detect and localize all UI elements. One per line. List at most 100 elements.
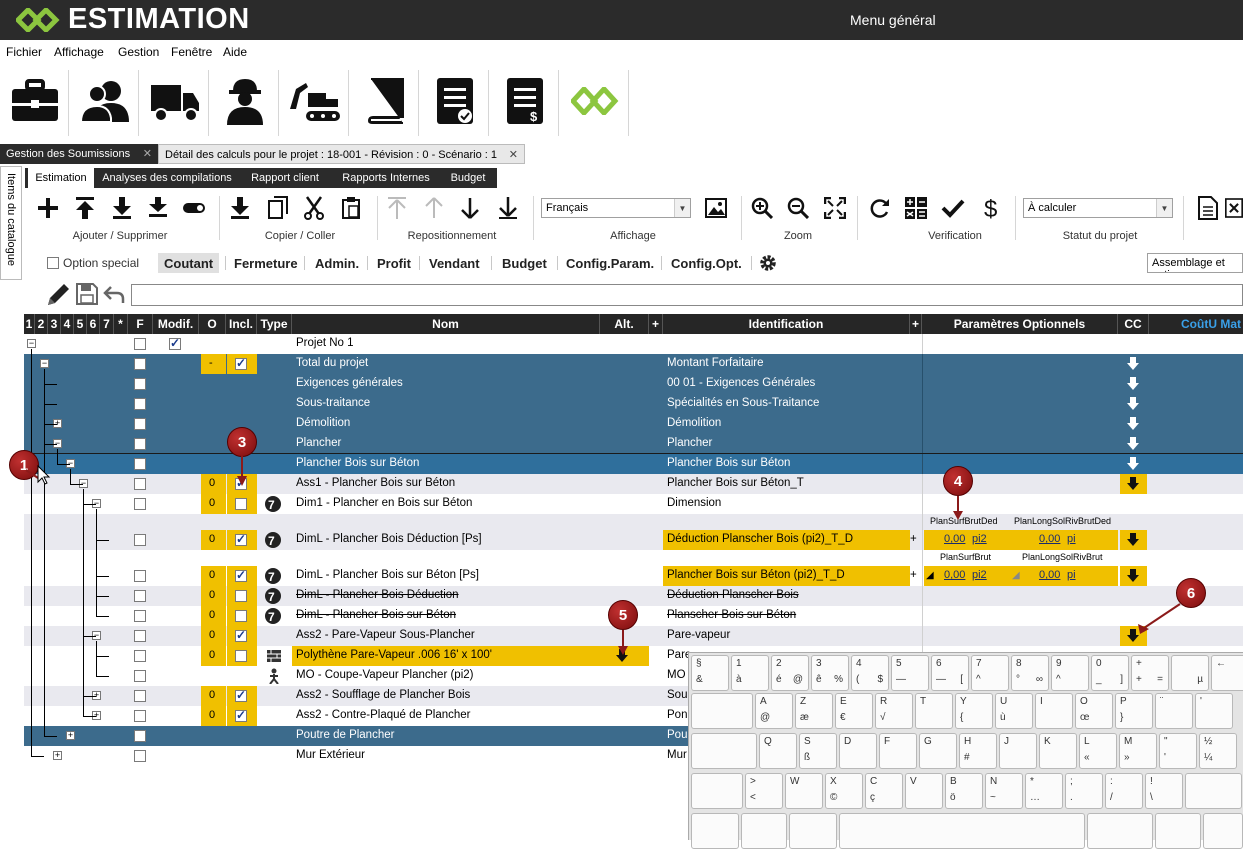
table-row[interactable]: −0Ass1 - Plancher Bois sur BétonPlancher… (24, 474, 1243, 494)
keyboard-key[interactable]: 5— (891, 655, 929, 691)
altgr-key[interactable] (1087, 813, 1153, 849)
identification-cell[interactable]: Plancher Bois sur Béton_T (667, 477, 804, 489)
keyboard-key[interactable]: A @ (755, 693, 793, 729)
f-checkbox[interactable] (134, 590, 146, 602)
identification-cell[interactable]: 00 01 - Exigences Générales (667, 377, 815, 389)
space-key[interactable] (839, 813, 1085, 849)
identification-cell[interactable]: Plancher Bois sur Béton (667, 457, 790, 469)
nom-cell[interactable]: Dim1 - Plancher en Bois sur Béton (296, 497, 472, 509)
language-select[interactable]: Français ▼ (541, 198, 691, 218)
status-select[interactable]: À calculer ▼ (1023, 198, 1173, 218)
arrow-down-icon[interactable] (1127, 533, 1139, 547)
modif-header[interactable]: Modif. (153, 314, 199, 334)
nom-cell[interactable]: Mur Extérieur (296, 749, 365, 761)
identification-cell[interactable]: Plancher Bois sur Béton (pi2)_T_D (667, 569, 845, 581)
keyboard-key[interactable]: Sß (799, 733, 837, 769)
identification-cell[interactable]: Plancher (667, 437, 712, 449)
fit-screen-button[interactable] (820, 194, 850, 222)
keyboard-key[interactable]: 3 ê% (811, 655, 849, 691)
cut-button[interactable] (299, 194, 329, 222)
keyboard-key[interactable]: 8 ° ∞ (1011, 655, 1049, 691)
zoom-out-button[interactable] (783, 194, 813, 222)
arrow-down-icon[interactable] (1127, 357, 1139, 371)
expand-alt-header[interactable]: + (649, 314, 663, 334)
keyboard-key[interactable]: " ' (1159, 733, 1197, 769)
keyboard-key[interactable]: D (839, 733, 877, 769)
view-tab-fermeture[interactable]: Fermeture (228, 253, 304, 273)
tab-rapport-client[interactable]: Rapport client (241, 168, 329, 188)
arrow-down-icon[interactable] (616, 649, 628, 663)
cout-header[interactable]: CoûtU Mat (1149, 314, 1243, 334)
view-tab-coutant[interactable]: Coutant (158, 253, 220, 273)
incl-checkbox[interactable] (235, 610, 247, 622)
identification-cell[interactable]: MO (667, 669, 686, 681)
nom-cell[interactable]: Plancher (296, 437, 341, 449)
o-cell[interactable]: 0 (201, 706, 226, 726)
identification-cell[interactable]: Pare-vapeur (667, 629, 730, 641)
logo-button[interactable] (560, 66, 630, 136)
nom-header[interactable]: Nom (292, 314, 600, 334)
keyboard-key[interactable]: 9 ^ (1051, 655, 1089, 691)
modif-checkbox[interactable] (169, 336, 181, 350)
o-cell[interactable]: - (201, 354, 226, 374)
image-button[interactable] (701, 194, 731, 222)
menu-gestion[interactable]: Gestion (118, 45, 159, 59)
o-cell[interactable]: 0 (201, 586, 226, 606)
nom-cell[interactable]: DimL - Plancher Bois Déduction (296, 589, 459, 601)
arrow-down-icon[interactable] (1127, 377, 1139, 391)
expand-plus[interactable]: + (910, 533, 917, 545)
identification-cell[interactable]: Montant Forfaitaire (667, 357, 764, 369)
keyboard-key[interactable]: Bö (945, 773, 983, 809)
incl-checkbox[interactable] (235, 708, 247, 722)
dollar-button[interactable]: $ (977, 194, 1007, 222)
type-header[interactable]: Type (257, 314, 292, 334)
f-checkbox[interactable] (134, 498, 146, 510)
insert-above-button[interactable] (70, 194, 100, 222)
nom-cell[interactable]: Sous-traitance (296, 397, 370, 409)
undo-button[interactable] (103, 283, 125, 308)
f-checkbox[interactable] (134, 438, 146, 450)
ctrl-key[interactable] (691, 813, 739, 849)
incl-checkbox[interactable] (235, 476, 247, 490)
nom-cell[interactable]: Ass2 - Contre-Plaqué de Plancher (296, 709, 471, 721)
param-value[interactable]: 0,00 (944, 569, 965, 581)
keyboard-key[interactable]: H # (959, 733, 997, 769)
param-value[interactable]: 0,00 (944, 533, 965, 545)
incl-checkbox[interactable] (235, 590, 247, 602)
keyboard-key[interactable]: : / (1105, 773, 1143, 809)
edit-button[interactable] (45, 282, 71, 311)
view-tab-vendant[interactable]: Vendant (423, 253, 486, 273)
keyboard-key[interactable]: Y{ (955, 693, 993, 729)
collapse-icon[interactable]: − (40, 359, 49, 368)
close-icon[interactable]: ✕ (509, 148, 518, 161)
param-unit[interactable]: pi (1067, 569, 1076, 581)
keyboard-key[interactable]: µ (1171, 655, 1209, 691)
level-5-header[interactable]: 5 (74, 314, 87, 334)
insert-child-button[interactable] (143, 194, 173, 222)
table-row[interactable]: − Projet No 1 (24, 334, 1243, 354)
zoom-in-button[interactable] (747, 194, 777, 222)
o-cell[interactable]: 0 (201, 646, 226, 666)
keyboard-key[interactable]: 6—[ (931, 655, 969, 691)
nom-cell[interactable]: Total du projet (296, 357, 368, 369)
level-all-header[interactable]: * (114, 314, 128, 334)
keyboard-key[interactable]: V (905, 773, 943, 809)
level-3-header[interactable]: 3 (48, 314, 61, 334)
invoice-button[interactable]: $ (490, 66, 560, 136)
keyboard-key[interactable]: *… (1025, 773, 1063, 809)
identification-cell[interactable]: Déduction Planscher Bois (667, 589, 799, 601)
identification-cell[interactable]: Mur (667, 749, 687, 761)
f-checkbox[interactable] (134, 690, 146, 702)
arrow-down-icon[interactable] (1127, 569, 1139, 583)
tab-budget[interactable]: Budget (443, 168, 493, 188)
tab-estimation[interactable]: Estimation (28, 168, 94, 188)
arrow-down-icon[interactable] (1127, 629, 1139, 643)
system-key[interactable] (1155, 813, 1201, 849)
param-unit[interactable]: pi (1067, 533, 1076, 545)
keyboard-key[interactable]: Q (759, 733, 797, 769)
keyboard-key[interactable]: X © (825, 773, 863, 809)
copy-button[interactable] (263, 194, 293, 222)
o-cell[interactable]: 0 (201, 474, 226, 494)
f-checkbox[interactable] (134, 730, 146, 742)
move-bottom-button[interactable] (493, 194, 523, 222)
